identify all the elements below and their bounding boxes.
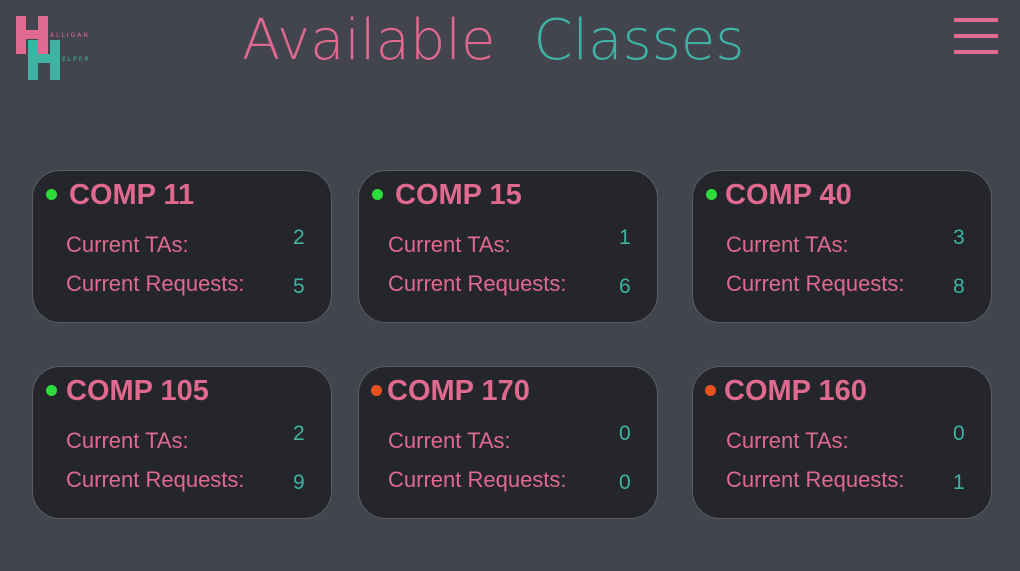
current-requests-value: 6 bbox=[619, 275, 631, 298]
current-requests-value: 5 bbox=[293, 275, 305, 298]
status-active-icon bbox=[372, 189, 383, 200]
current-tas-label: Current TAs: bbox=[388, 428, 511, 453]
page-title-available: Available bbox=[242, 8, 496, 73]
menu-bar bbox=[954, 34, 998, 38]
class-card-comp-11[interactable]: COMP 11 Current TAs: 2 Current Requests:… bbox=[32, 170, 332, 323]
page-title: Available Classes bbox=[242, 8, 744, 74]
class-name: COMP 11 bbox=[69, 179, 195, 211]
current-requests-label: Current Requests: bbox=[726, 467, 905, 492]
status-active-icon bbox=[46, 189, 57, 200]
class-name: COMP 105 bbox=[66, 375, 209, 407]
current-requests-label: Current Requests: bbox=[66, 467, 245, 492]
halligan-helper-logo: ALLIGAN ELPER bbox=[16, 16, 106, 82]
current-tas-value: 1 bbox=[619, 226, 631, 249]
status-active-icon bbox=[706, 189, 717, 200]
current-tas-label: Current TAs: bbox=[726, 428, 849, 453]
logo-text-halligan: ALLIGAN bbox=[50, 32, 90, 39]
logo-icon bbox=[16, 16, 60, 80]
current-requests-label: Current Requests: bbox=[726, 271, 905, 296]
menu-bar bbox=[954, 50, 998, 54]
status-inactive-icon bbox=[705, 385, 716, 396]
current-tas-value: 2 bbox=[293, 226, 305, 249]
current-requests-value: 0 bbox=[619, 471, 631, 494]
page-title-classes: Classes bbox=[533, 8, 745, 73]
current-requests-value: 1 bbox=[953, 471, 965, 494]
current-tas-label: Current TAs: bbox=[66, 428, 189, 453]
current-requests-label: Current Requests: bbox=[388, 467, 567, 492]
current-tas-value: 0 bbox=[953, 422, 965, 445]
class-name: COMP 15 bbox=[395, 179, 522, 211]
hamburger-menu-icon[interactable] bbox=[954, 16, 1000, 58]
class-card-comp-105[interactable]: COMP 105 Current TAs: 2 Current Requests… bbox=[32, 366, 332, 519]
current-requests-value: 9 bbox=[293, 471, 305, 494]
logo-text-helper: ELPER bbox=[62, 56, 91, 63]
class-name: COMP 170 bbox=[387, 375, 530, 407]
current-tas-label: Current TAs: bbox=[66, 232, 189, 257]
current-tas-value: 2 bbox=[293, 422, 305, 445]
menu-bar bbox=[954, 18, 998, 22]
current-requests-label: Current Requests: bbox=[388, 271, 567, 296]
status-inactive-icon bbox=[371, 385, 382, 396]
current-tas-label: Current TAs: bbox=[388, 232, 511, 257]
current-tas-value: 3 bbox=[953, 226, 965, 249]
class-name: COMP 40 bbox=[725, 179, 852, 211]
class-name: COMP 160 bbox=[724, 375, 867, 407]
class-card-comp-170[interactable]: COMP 170 Current TAs: 0 Current Requests… bbox=[358, 366, 658, 519]
class-card-comp-40[interactable]: COMP 40 Current TAs: 3 Current Requests:… bbox=[692, 170, 992, 323]
current-tas-label: Current TAs: bbox=[726, 232, 849, 257]
class-card-comp-160[interactable]: COMP 160 Current TAs: 0 Current Requests… bbox=[692, 366, 992, 519]
status-active-icon bbox=[46, 385, 57, 396]
current-requests-label: Current Requests: bbox=[66, 271, 245, 296]
current-requests-value: 8 bbox=[953, 275, 965, 298]
current-tas-value: 0 bbox=[619, 422, 631, 445]
class-card-comp-15[interactable]: COMP 15 Current TAs: 1 Current Requests:… bbox=[358, 170, 658, 323]
